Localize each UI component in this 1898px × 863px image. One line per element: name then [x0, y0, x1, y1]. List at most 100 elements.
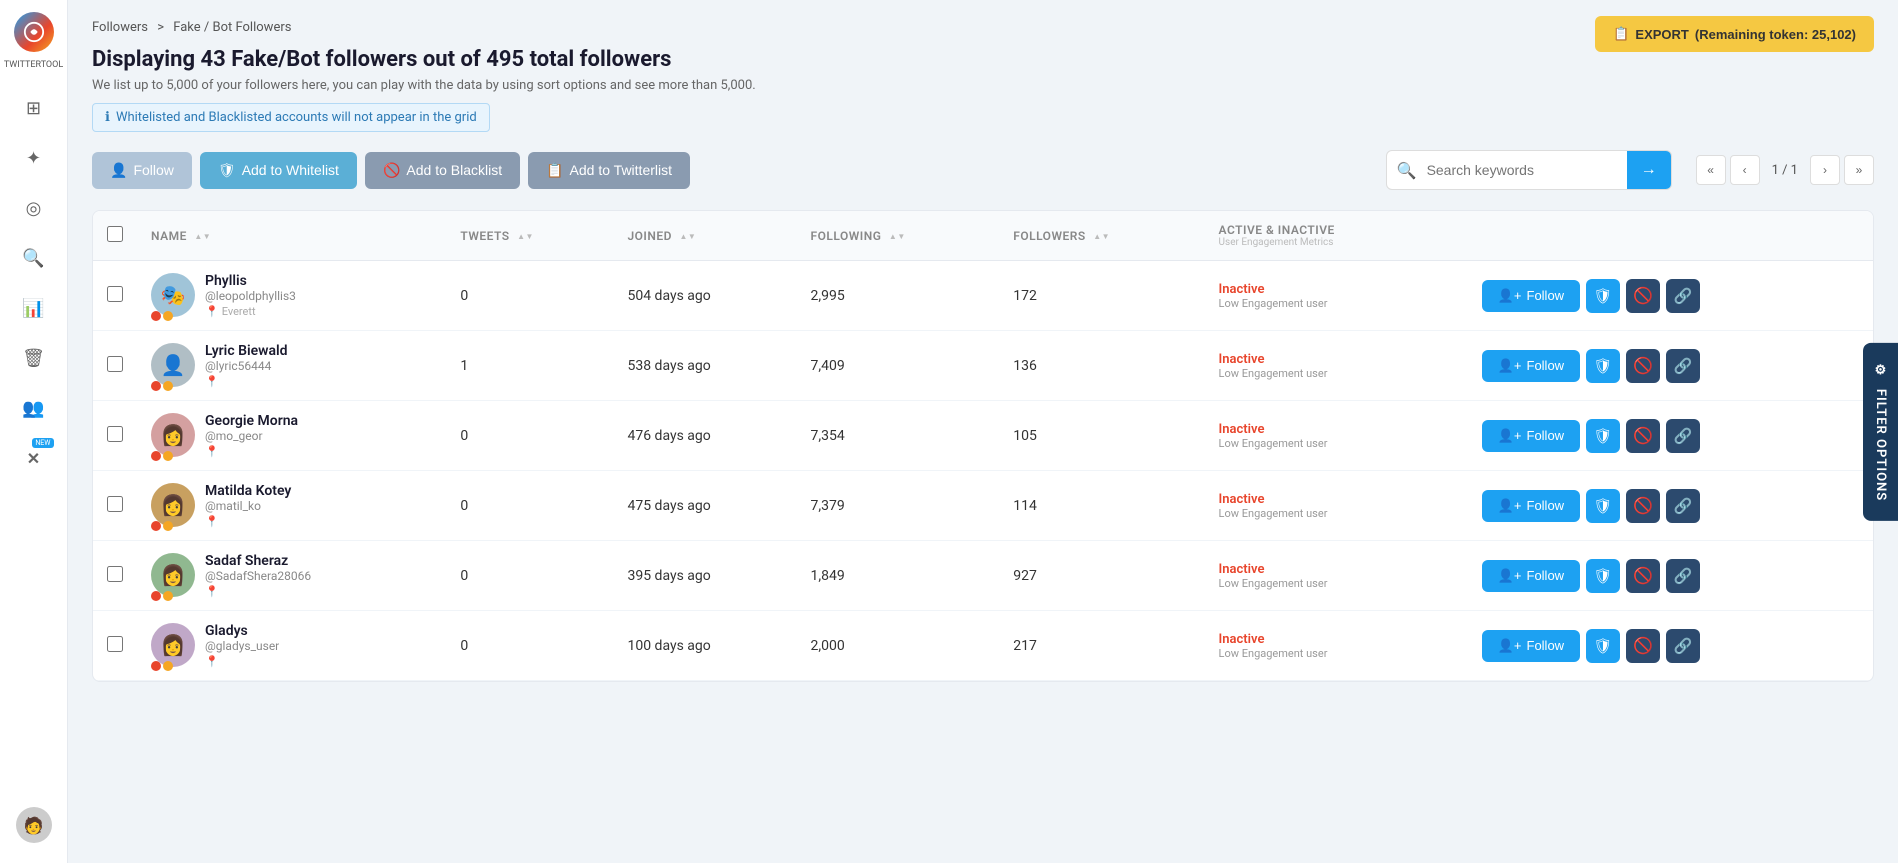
breadcrumb-parent[interactable]: Followers — [92, 20, 148, 35]
row-follow-button[interactable]: 👤+ Follow — [1482, 280, 1580, 312]
row-block-button[interactable]: 🚫 — [1626, 489, 1660, 523]
shield-icon: 🛡 — [1594, 567, 1613, 585]
row-link-button[interactable]: 🔗 — [1666, 629, 1700, 663]
main-content: 📋 EXPORT (Remaining token: 25,102) Follo… — [68, 0, 1898, 863]
filter-options-icon: ⚙ — [1873, 362, 1888, 378]
engagement-desc: Low Engagement user — [1219, 647, 1454, 660]
first-page-button[interactable]: « — [1696, 155, 1726, 185]
tweets-sort-icon[interactable]: ▲▼ — [517, 232, 534, 241]
add-to-whitelist-button[interactable]: 🛡 Add to Whitelist — [200, 152, 357, 189]
followers-sort-icon[interactable]: ▲▼ — [1093, 232, 1110, 241]
prev-page-button[interactable]: ‹ — [1730, 155, 1760, 185]
table-row: 🎭 Phyllis @leopoldphyllis3 📍Everett 0 50… — [93, 261, 1873, 331]
joined-cell: 538 days ago — [613, 331, 796, 401]
row-checkbox-cell — [93, 261, 137, 331]
filter-options-label: FILTER OPTIONS — [1873, 388, 1888, 500]
row-checkbox[interactable] — [107, 356, 123, 372]
row-block-button[interactable]: 🚫 — [1626, 559, 1660, 593]
follow-btn-label: Follow — [1527, 428, 1565, 443]
row-block-button[interactable]: 🚫 — [1626, 419, 1660, 453]
export-button[interactable]: 📋 EXPORT (Remaining token: 25,102) — [1595, 16, 1874, 52]
row-link-button[interactable]: 🔗 — [1666, 279, 1700, 313]
actions-cell: 👤+ Follow 🛡 🚫 🔗 — [1468, 261, 1873, 331]
row-shield-button[interactable]: 🛡 — [1586, 419, 1620, 453]
search-nav-icon: 🔍 — [22, 248, 44, 269]
app-name: TWITTERTOOL — [4, 60, 63, 70]
select-all-checkbox[interactable] — [107, 226, 123, 242]
row-shield-button[interactable]: 🛡 — [1586, 559, 1620, 593]
row-follow-button[interactable]: 👤+ Follow — [1482, 560, 1580, 592]
follow-btn-icon: 👤+ — [1498, 638, 1522, 654]
dot-red — [151, 381, 161, 391]
sidebar-item-twitter-x[interactable]: ✕ — [12, 436, 56, 480]
sidebar-item-analytics[interactable]: ✦ — [12, 136, 56, 180]
dot-red — [151, 591, 161, 601]
table-row: 👩 Matilda Kotey @matil_ko 📍 0 475 days a… — [93, 471, 1873, 541]
pagination: « ‹ 1 / 1 › » — [1696, 155, 1874, 185]
row-shield-button[interactable]: 🛡 — [1586, 279, 1620, 313]
add-to-twitterlist-button[interactable]: 📋 Add to Twitterlist — [528, 152, 690, 189]
export-token: (Remaining token: 25,102) — [1695, 27, 1856, 42]
row-link-button[interactable]: 🔗 — [1666, 419, 1700, 453]
filter-options-sidebar[interactable]: ⚙ FILTER OPTIONS — [1863, 342, 1898, 520]
follow-btn-label: Follow — [1527, 638, 1565, 653]
actions-cell: 👤+ Follow 🛡 🚫 🔗 — [1468, 611, 1873, 681]
following-sort-icon[interactable]: ▲▼ — [889, 232, 906, 241]
location-icon: 📍 — [205, 445, 219, 458]
row-block-button[interactable]: 🚫 — [1626, 349, 1660, 383]
user-handle: @leopoldphyllis3 — [205, 289, 296, 303]
row-shield-button[interactable]: 🛡 — [1586, 489, 1620, 523]
follow-button[interactable]: 👤 Follow — [92, 152, 192, 189]
toolbar: 👤 Follow 🛡 Add to Whitelist 🚫 Add to Bla… — [92, 150, 1874, 190]
dot-orange — [163, 521, 173, 531]
row-checkbox[interactable] — [107, 286, 123, 302]
sidebar-item-users[interactable]: 👥 — [12, 386, 56, 430]
followers-cell: 927 — [999, 541, 1204, 611]
search-go-button[interactable]: → — [1627, 150, 1671, 190]
engagement-status: Inactive — [1219, 282, 1454, 297]
blacklist-label: Add to Blacklist — [406, 162, 502, 178]
row-follow-button[interactable]: 👤+ Follow — [1482, 350, 1580, 382]
next-page-button[interactable]: › — [1810, 155, 1840, 185]
sidebar-item-target[interactable]: ◎ — [12, 186, 56, 230]
row-checkbox[interactable] — [107, 496, 123, 512]
sidebar-item-trash[interactable]: 🗑 — [12, 336, 56, 380]
info-text: Whitelisted and Blacklisted accounts wil… — [116, 110, 477, 125]
row-link-button[interactable]: 🔗 — [1666, 489, 1700, 523]
engagement-status: Inactive — [1219, 492, 1454, 507]
row-block-button[interactable]: 🚫 — [1626, 629, 1660, 663]
col-tweets: TWEETS ▲▼ — [446, 211, 613, 261]
follow-btn-label: Follow — [1527, 358, 1565, 373]
sidebar-item-stats[interactable]: 📊 — [12, 286, 56, 330]
dot-red — [151, 451, 161, 461]
row-checkbox[interactable] — [107, 566, 123, 582]
table-row: 👩 Georgie Morna @mo_geor 📍 0 476 days ag… — [93, 401, 1873, 471]
row-checkbox[interactable] — [107, 426, 123, 442]
user-handle: @SadafShera28066 — [205, 569, 311, 583]
link-icon: 🔗 — [1674, 287, 1693, 305]
row-follow-button[interactable]: 👤+ Follow — [1482, 630, 1580, 662]
sidebar-item-dashboard[interactable]: ⊞ — [12, 86, 56, 130]
avatar[interactable]: 🧑 — [16, 807, 52, 843]
info-icon: ℹ — [105, 110, 110, 125]
following-cell: 7,409 — [797, 331, 1000, 401]
sidebar-item-search[interactable]: 🔍 — [12, 236, 56, 280]
dot-red — [151, 661, 161, 671]
app-logo[interactable] — [14, 12, 54, 52]
row-block-button[interactable]: 🚫 — [1626, 279, 1660, 313]
joined-sort-icon[interactable]: ▲▼ — [679, 232, 696, 241]
engagement-status: Inactive — [1219, 422, 1454, 437]
row-follow-button[interactable]: 👤+ Follow — [1482, 420, 1580, 452]
name-sort-icon[interactable]: ▲▼ — [194, 232, 211, 241]
last-page-button[interactable]: » — [1844, 155, 1874, 185]
row-link-button[interactable]: 🔗 — [1666, 349, 1700, 383]
row-shield-button[interactable]: 🛡 — [1586, 629, 1620, 663]
engagement-desc: Low Engagement user — [1219, 507, 1454, 520]
following-cell: 2,000 — [797, 611, 1000, 681]
row-checkbox[interactable] — [107, 636, 123, 652]
add-to-blacklist-button[interactable]: 🚫 Add to Blacklist — [365, 152, 520, 189]
row-follow-button[interactable]: 👤+ Follow — [1482, 490, 1580, 522]
row-link-button[interactable]: 🔗 — [1666, 559, 1700, 593]
row-shield-button[interactable]: 🛡 — [1586, 349, 1620, 383]
search-input[interactable] — [1427, 162, 1627, 178]
